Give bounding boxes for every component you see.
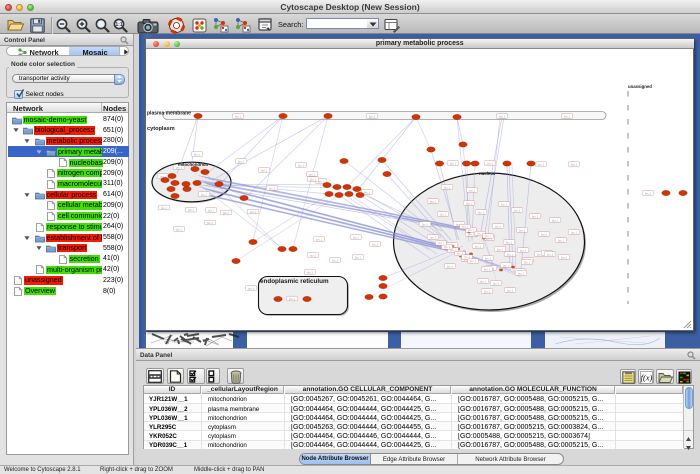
svg-text:[xx..]: [xx..]	[161, 205, 167, 209]
svg-text:[xx..]: [xx..]	[289, 296, 295, 300]
svg-text:f(x): f(x)	[641, 373, 653, 383]
svg-text:[xx..]: [xx..]	[478, 210, 484, 214]
svg-text:[xx..]: [xx..]	[316, 237, 322, 241]
svg-text:[xx..]: [xx..]	[558, 238, 564, 242]
svg-text:[xx..]: [xx..]	[353, 235, 359, 239]
svg-text:[xx..]: [xx..]	[447, 264, 453, 268]
svg-text:[xx..]: [xx..]	[207, 220, 213, 224]
svg-text:[xx..]: [xx..]	[223, 210, 229, 214]
svg-text:[xx..]: [xx..]	[485, 234, 491, 238]
svg-text:[xx..]: [xx..]	[188, 208, 194, 212]
svg-text:[xx..]: [xx..]	[501, 202, 507, 206]
svg-text:[xx..]: [xx..]	[355, 255, 361, 259]
svg-text:[xx..]: [xx..]	[176, 227, 182, 231]
svg-text:[xx..]: [xx..]	[561, 255, 567, 259]
svg-text:[xx..]: [xx..]	[310, 253, 316, 257]
svg-text:mitochondrion: mitochondrion	[178, 162, 208, 167]
svg-text:[xx..]: [xx..]	[645, 191, 651, 195]
svg-text:[xx..]: [xx..]	[487, 161, 493, 165]
svg-text:[xx..]: [xx..]	[518, 271, 524, 275]
svg-text:[xx..]: [xx..]	[201, 192, 207, 196]
svg-text:[xx..]: [xx..]	[484, 289, 490, 293]
svg-text:[xx..]: [xx..]	[538, 162, 544, 166]
svg-text:[xx..]: [xx..]	[547, 252, 553, 256]
svg-text:[xx..]: [xx..]	[238, 159, 244, 163]
svg-text:[xx..]: [xx..]	[541, 232, 547, 236]
svg-text:[xx..]: [xx..]	[307, 270, 313, 274]
svg-text:[xx..]: [xx..]	[372, 242, 378, 246]
svg-text:[xx..]: [xx..]	[248, 286, 254, 290]
svg-text:[xx..]: [xx..]	[506, 240, 512, 244]
svg-text:[xx..]: [xx..]	[450, 161, 456, 165]
svg-text:[xx..]: [xx..]	[477, 231, 483, 235]
svg-text:[xx..]: [xx..]	[466, 201, 472, 205]
svg-text:[xx..]: [xx..]	[430, 235, 436, 239]
svg-text:[xx..]: [xx..]	[520, 248, 526, 252]
svg-text:[xx..]: [xx..]	[484, 267, 490, 271]
svg-text:[xx..]: [xx..]	[462, 224, 468, 228]
svg-text:[xx..]: [xx..]	[208, 208, 214, 212]
svg-text:[xx..]: [xx..]	[440, 212, 446, 216]
svg-text:[xx..]: [xx..]	[571, 230, 577, 234]
svg-text:[xx..]: [xx..]	[493, 281, 499, 285]
svg-text:[xx..]: [xx..]	[332, 258, 338, 262]
svg-text:[xx..]: [xx..]	[250, 209, 256, 213]
svg-text:[xx..]: [xx..]	[497, 247, 503, 251]
svg-text:[xx..]: [xx..]	[364, 190, 370, 194]
svg-text:[xx..]: [xx..]	[480, 279, 486, 283]
svg-text:[xx..]: [xx..]	[269, 186, 275, 190]
svg-text:[xx..]: [xx..]	[564, 114, 570, 118]
svg-text:cytoplasm: cytoplasm	[147, 126, 175, 132]
svg-text:[xx..]: [xx..]	[444, 245, 450, 249]
svg-text:[xx..]: [xx..]	[571, 162, 577, 166]
svg-text:[xx..]: [xx..]	[469, 188, 475, 192]
svg-text:[xx..]: [xx..]	[524, 260, 530, 264]
svg-text:[xx..]: [xx..]	[261, 168, 267, 172]
svg-text:[xx..]: [xx..]	[495, 224, 501, 228]
svg-text:[xx..]: [xx..]	[503, 263, 509, 267]
svg-text:[xx..]: [xx..]	[470, 259, 476, 263]
svg-text:[xx..]: [xx..]	[369, 114, 375, 118]
svg-text:plasma membrane: plasma membrane	[147, 110, 191, 116]
svg-text:[xx..]: [xx..]	[499, 114, 505, 118]
svg-text:[xx..]: [xx..]	[519, 228, 525, 232]
svg-text:[xx..]: [xx..]	[507, 252, 513, 256]
svg-text:[xx..]: [xx..]	[485, 256, 491, 260]
svg-text:[xx..]: [xx..]	[194, 152, 200, 156]
svg-text:unassigned: unassigned	[628, 84, 652, 89]
svg-text:[xx..]: [xx..]	[430, 199, 436, 203]
svg-text:[xx..]: [xx..]	[235, 114, 241, 118]
svg-text:[xx..]: [xx..]	[298, 163, 304, 167]
svg-text:endoplasmic reticulum: endoplasmic reticulum	[260, 278, 329, 285]
svg-text:[xx..]: [xx..]	[552, 218, 558, 222]
svg-text:[xx..]: [xx..]	[532, 214, 538, 218]
svg-text:[xx..]: [xx..]	[438, 241, 444, 245]
svg-text:[xx..]: [xx..]	[475, 244, 481, 248]
svg-text:[xx..]: [xx..]	[444, 185, 450, 189]
svg-text:[xx..]: [xx..]	[514, 208, 520, 212]
svg-text:[xx..]: [xx..]	[309, 172, 315, 176]
svg-text:nucleus: nucleus	[479, 171, 496, 176]
svg-text:[xx..]: [xx..]	[422, 222, 428, 226]
svg-text:[xx..]: [xx..]	[507, 288, 513, 292]
svg-text:[xx..]: [xx..]	[310, 177, 316, 181]
